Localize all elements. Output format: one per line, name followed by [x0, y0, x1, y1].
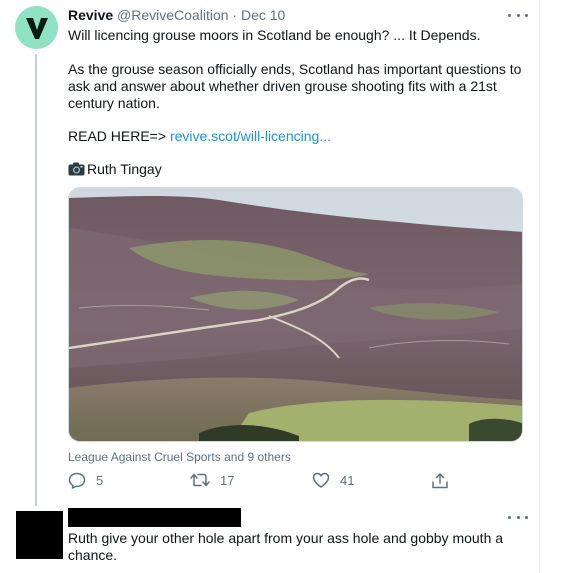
retweet-button[interactable]: 17: [190, 472, 234, 488]
read-here-prefix: READ HERE=>: [68, 128, 167, 144]
reply-more-options-icon[interactable]: [508, 512, 528, 522]
share-button[interactable]: [431, 472, 459, 490]
author-handle[interactable]: @ReviveCoalition: [117, 7, 228, 23]
tweet-actions: 5 17 41: [68, 472, 453, 492]
reply-button[interactable]: 5: [68, 472, 103, 489]
timeline-column: Revive @ReviveCoalition · Dec 10 Will li…: [0, 0, 540, 573]
read-here-line: READ HERE=> revive.scot/will-licencing..…: [68, 128, 331, 145]
like-button[interactable]: 41: [312, 472, 354, 488]
header-separator: ·: [232, 7, 238, 23]
photo-credit: Ruth Tingay: [87, 161, 162, 177]
reply-count: 5: [96, 473, 104, 488]
heart-icon: [312, 472, 330, 488]
revive-logo-icon: [25, 17, 48, 39]
author-name[interactable]: Revive: [68, 7, 113, 23]
like-count: 41: [340, 472, 355, 488]
tweet-paragraph: As the grouse season officially ends, Sc…: [68, 61, 522, 111]
article-link[interactable]: revive.scot/will-licencing...: [170, 128, 331, 144]
tweet-header: Revive @ReviveCoalition · Dec 10: [68, 7, 285, 23]
moorland-photo: [69, 188, 522, 441]
tweet-headline: Will licencing grouse moors in Scotland …: [68, 27, 481, 43]
camera-icon: [68, 162, 85, 176]
photo-credit-line: Ruth Tingay: [68, 161, 162, 177]
thread-connector-line: [35, 54, 37, 506]
redacted-reply-author: [68, 508, 241, 527]
revive-avatar[interactable]: [15, 6, 58, 49]
redacted-reply-avatar: [16, 511, 63, 559]
tweet-date[interactable]: Dec 10: [241, 7, 285, 23]
reply-icon: [68, 472, 86, 489]
reply-text: Ruth give your other hole apart from you…: [68, 530, 504, 563]
retweet-count: 17: [220, 472, 235, 488]
liked-by-line[interactable]: League Against Cruel Sports and 9 others: [68, 450, 291, 464]
next-tweet-actions-partial: [68, 568, 508, 573]
share-icon: [432, 473, 448, 489]
more-options-icon[interactable]: [508, 10, 528, 20]
retweet-icon: [190, 473, 210, 487]
tweet-media-photo[interactable]: [68, 187, 523, 442]
